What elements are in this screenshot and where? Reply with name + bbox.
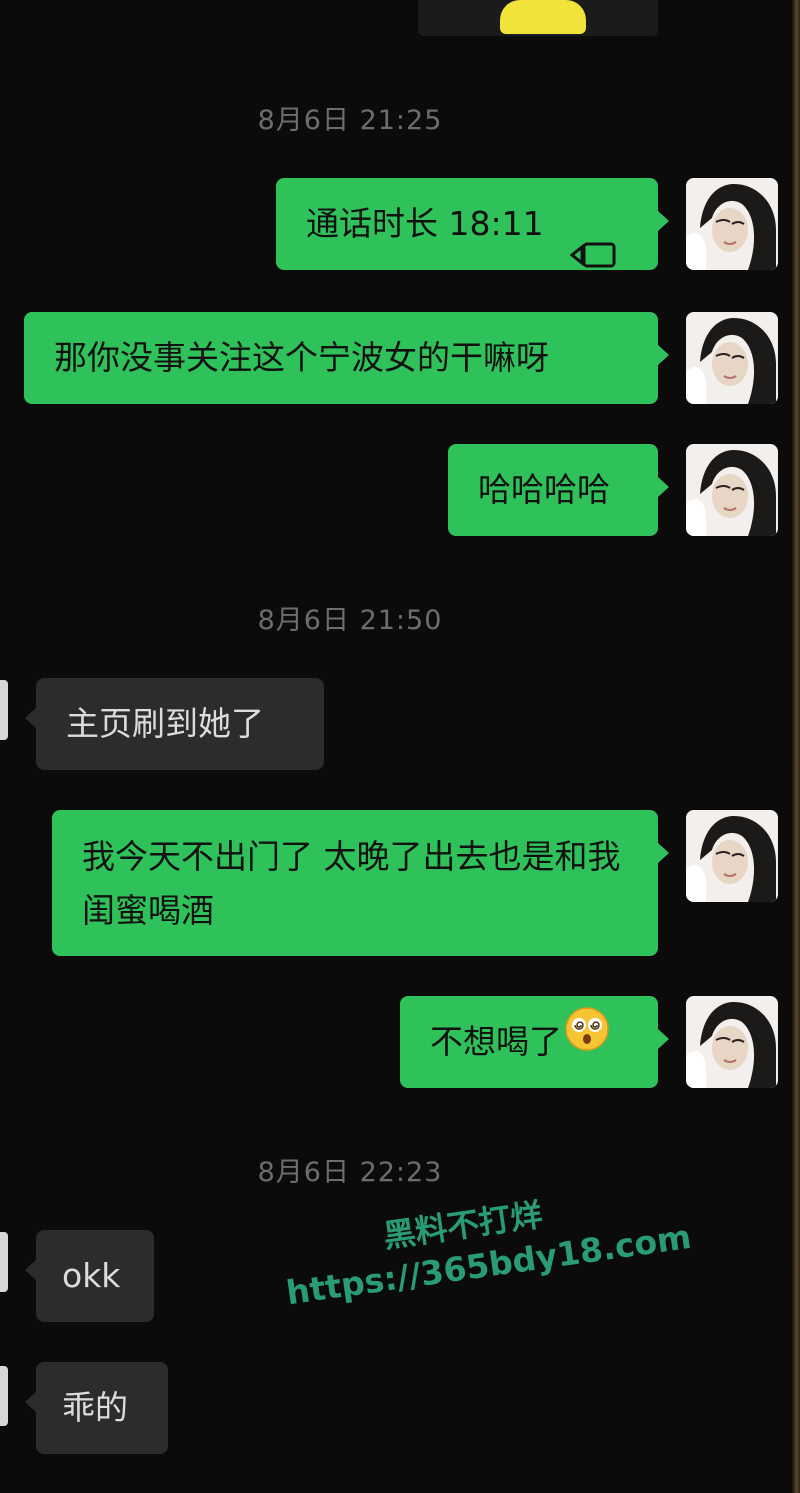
dizzy-face-emoji-icon: [564, 995, 610, 1087]
message-text: 不想喝了: [430, 1022, 562, 1061]
user-avatar[interactable]: [686, 444, 778, 536]
avatar-photo: [686, 810, 778, 902]
right-edge-strip: [792, 0, 800, 1493]
message-text: 主页刷到她了: [66, 704, 264, 743]
message-bubble[interactable]: 乖的: [25, 1362, 168, 1454]
message-bubble[interactable]: 我今天不出门了 太晚了出去也是和我闺蜜喝酒: [52, 810, 669, 956]
video-call-icon: [569, 212, 618, 267]
message-text: 我今天不出门了 太晚了出去也是和我闺蜜喝酒: [82, 837, 621, 930]
avatar-photo: [686, 444, 778, 536]
user-avatar[interactable]: [686, 312, 778, 404]
call-duration-bubble[interactable]: 通话时长 18:11: [276, 178, 669, 270]
contact-avatar[interactable]: [0, 1366, 8, 1426]
avatar-photo: [686, 178, 778, 270]
message-bubble[interactable]: 哈哈哈哈: [448, 444, 669, 536]
image-message-thumbnail[interactable]: [418, 0, 658, 36]
message-text: 哈哈哈哈: [478, 470, 610, 509]
message-bubble[interactable]: 那你没事关注这个宁波女的干嘛呀: [24, 312, 669, 404]
message-text: 乖的: [62, 1388, 128, 1427]
avatar-photo: [686, 312, 778, 404]
message-bubble[interactable]: 主页刷到她了: [25, 678, 324, 770]
contact-avatar[interactable]: [0, 680, 8, 740]
watermark: 黑料不打烊 https://365bdy18.com: [272, 1174, 706, 1361]
message-bubble[interactable]: okk: [25, 1230, 154, 1322]
timestamp: 8月6日 21:25: [257, 105, 443, 136]
message-text: 通话时长 18:11: [306, 204, 544, 243]
user-avatar[interactable]: [686, 996, 778, 1088]
timestamp: 8月6日 21:50: [257, 605, 443, 636]
timestamp: 8月6日 22:23: [257, 1157, 443, 1188]
message-text: okk: [62, 1256, 121, 1295]
message-text: 那你没事关注这个宁波女的干嘛呀: [54, 338, 549, 377]
user-avatar[interactable]: [686, 810, 778, 902]
message-bubble[interactable]: 不想喝了: [400, 995, 669, 1088]
avatar-photo: [686, 996, 778, 1088]
image-content: [500, 0, 586, 34]
contact-avatar[interactable]: [0, 1232, 8, 1292]
user-avatar[interactable]: [686, 178, 778, 270]
